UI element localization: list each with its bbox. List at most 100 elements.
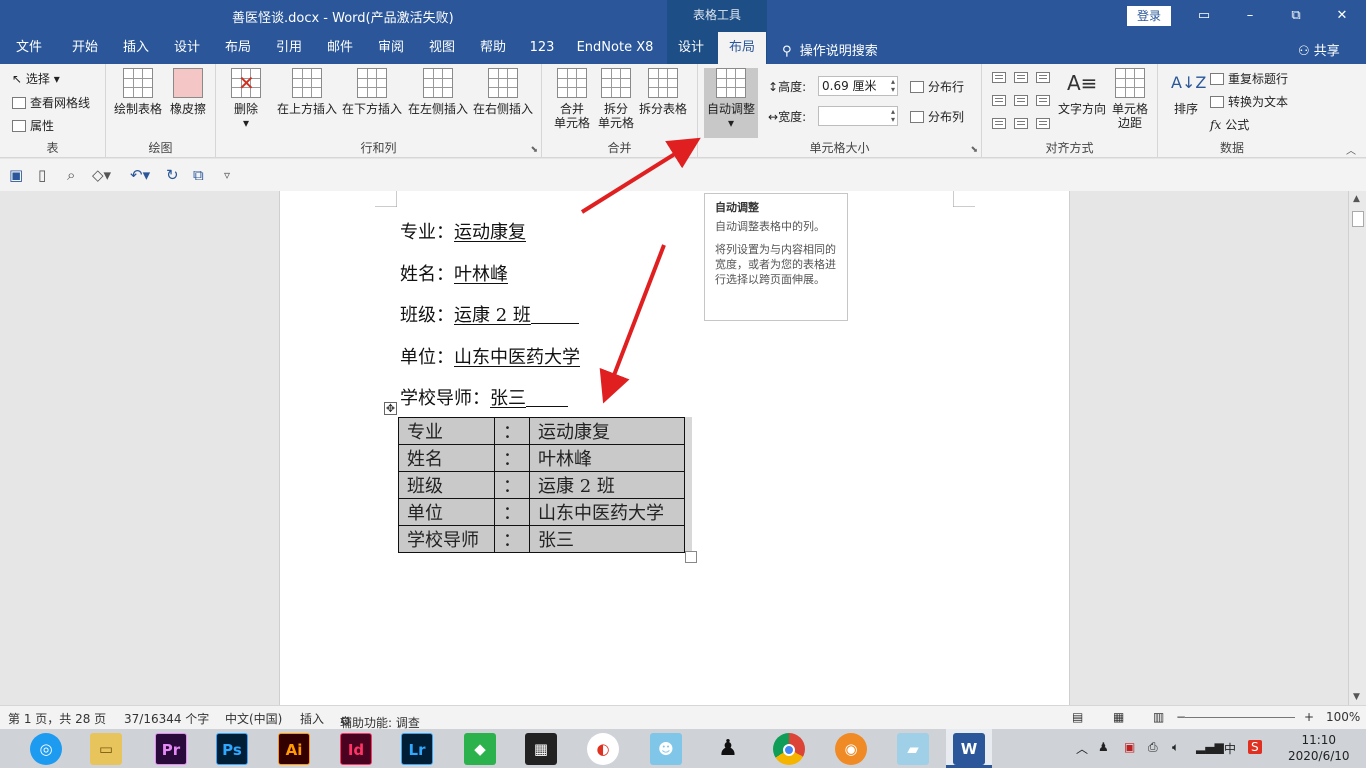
tab-help[interactable]: 帮助	[470, 32, 516, 64]
table-cell[interactable]: 叶林峰	[529, 444, 685, 472]
new-document-icon[interactable]: ▯	[38, 166, 46, 184]
word-icon[interactable]: W	[953, 733, 985, 765]
width-input[interactable]: ▴ ▾	[818, 106, 898, 126]
eraser-button[interactable]: 橡皮擦	[166, 68, 210, 116]
print-layout-icon[interactable]: ▦	[1113, 710, 1124, 724]
table-cell[interactable]: ：	[494, 444, 530, 472]
info-table[interactable]: 专业：运动康复 姓名：叶林峰 班级：运康 2 班 单位：山东中医药大学 学校导师…	[398, 417, 685, 553]
insert-above-button[interactable]: 在上方插入	[274, 68, 340, 116]
tray-network-icon[interactable]: ⎙	[1148, 740, 1158, 755]
save-icon[interactable]: ▣	[9, 166, 23, 184]
redo-icon[interactable]: ↻	[166, 166, 179, 184]
table-cell[interactable]: 姓名	[398, 444, 495, 472]
read-mode-icon[interactable]: ▤	[1072, 710, 1083, 724]
close-button[interactable]: ✕	[1332, 6, 1352, 26]
shapes-icon[interactable]: ◇▾	[92, 166, 111, 184]
notebook-app-icon[interactable]: ▰	[897, 733, 929, 765]
doc-line-class[interactable]: 班级：运康 2 班	[400, 301, 579, 327]
green-app-icon[interactable]: ◆	[464, 733, 496, 765]
tab-design[interactable]: 设计	[164, 32, 210, 64]
doc-line-major[interactable]: 专业：运动康复	[400, 218, 526, 244]
draw-table-button[interactable]: 绘制表格	[112, 68, 164, 116]
mascot-app-icon[interactable]: ☻	[650, 733, 682, 765]
save-copy-icon[interactable]: ⧉	[193, 166, 204, 184]
system-clock[interactable]: 11:10 2020/6/10	[1288, 732, 1350, 764]
wifi-icon[interactable]: ▂▄▆	[1196, 740, 1224, 754]
sort-button[interactable]: A↓Z 排序	[1168, 68, 1206, 116]
align-bottom-right-icon[interactable]	[1036, 118, 1050, 129]
view-gridlines-button[interactable]: 查看网格线	[12, 94, 90, 111]
video-editor-icon[interactable]: ▦	[525, 733, 557, 765]
autofit-button[interactable]: 自动调整 ▾	[704, 68, 758, 130]
width-spinner[interactable]: ▴ ▾	[891, 108, 895, 124]
delete-button[interactable]: ✕ 删除 ▾	[226, 68, 266, 130]
tab-file[interactable]: 文件	[6, 32, 52, 64]
customize-qat-icon[interactable]: ▿	[224, 168, 230, 182]
tell-me-search[interactable]: ⚲ 操作说明搜索	[782, 40, 878, 59]
align-top-center-icon[interactable]	[1014, 72, 1028, 83]
align-middle-center-icon[interactable]	[1014, 95, 1028, 106]
align-middle-right-icon[interactable]	[1036, 95, 1050, 106]
tab-references[interactable]: 引用	[266, 32, 312, 64]
dialog-launcher-icon[interactable]: ⬊	[530, 145, 538, 155]
zoom-level[interactable]: 100%	[1326, 710, 1360, 724]
table-cell[interactable]: 班级	[398, 471, 495, 499]
maximize-button[interactable]: ⧉	[1286, 6, 1306, 26]
doc-line-unit[interactable]: 单位：山东中医药大学	[400, 343, 580, 369]
split-cells-button[interactable]: 拆分 单元格	[594, 68, 638, 130]
tray-qq-icon[interactable]: ♟	[1098, 740, 1109, 754]
table-cell[interactable]: ：	[494, 471, 530, 499]
tab-mailings[interactable]: 邮件	[317, 32, 363, 64]
doc-line-name[interactable]: 姓名：叶林峰	[400, 260, 508, 286]
login-button[interactable]: 登录	[1127, 6, 1171, 26]
split-table-button[interactable]: 拆分表格	[636, 68, 690, 116]
align-bottom-left-icon[interactable]	[992, 118, 1006, 129]
ribbon-display-icon[interactable]: ▭	[1194, 6, 1214, 26]
distribute-cols-button[interactable]: 分布列	[910, 108, 964, 125]
insert-left-button[interactable]: 在左侧插入	[406, 68, 470, 116]
doc-line-advisor[interactable]: 学校导师：张三	[400, 384, 568, 410]
align-middle-left-icon[interactable]	[992, 95, 1006, 106]
table-move-handle[interactable]: ✥	[384, 402, 397, 415]
tab-home[interactable]: 开始	[62, 32, 108, 64]
tab-insert[interactable]: 插入	[113, 32, 159, 64]
scroll-up-icon[interactable]: ▲	[1353, 194, 1360, 204]
convert-to-text-button[interactable]: 转换为文本	[1210, 93, 1288, 110]
tray-security-icon[interactable]: ▣	[1124, 740, 1135, 754]
minimize-button[interactable]: –	[1240, 6, 1260, 26]
lightroom-icon[interactable]: Lr	[401, 733, 433, 765]
repeat-header-button[interactable]: 重复标题行	[1210, 70, 1288, 87]
zoom-in-icon[interactable]: +	[1304, 710, 1314, 724]
orange-app-icon[interactable]: ◉	[835, 733, 867, 765]
page-count[interactable]: 第 1 页，共 28 页	[8, 710, 106, 727]
table-cell[interactable]: 山东中医药大学	[529, 498, 685, 526]
scroll-thumb[interactable]	[1352, 211, 1364, 227]
chrome-icon[interactable]	[773, 733, 805, 765]
language-indicator[interactable]: 中文(中国)	[225, 710, 282, 727]
align-top-left-icon[interactable]	[992, 72, 1006, 83]
scroll-down-icon[interactable]: ▼	[1353, 692, 1360, 702]
height-input[interactable]: 0.69 厘米 ▴ ▾	[818, 76, 898, 96]
browser-icon[interactable]: ◎	[30, 733, 62, 765]
ime-indicator[interactable]: 中	[1224, 740, 1236, 757]
table-cell[interactable]: 张三	[529, 525, 685, 553]
indesign-icon[interactable]: Id	[340, 733, 372, 765]
tab-table-design[interactable]: 设计	[668, 32, 714, 64]
height-spinner[interactable]: ▴ ▾	[891, 78, 895, 94]
formula-button[interactable]: fx 公式	[1210, 116, 1249, 133]
table-cell[interactable]: 运康 2 班	[529, 471, 685, 499]
undo-icon[interactable]: ↶▾	[130, 166, 150, 184]
align-bottom-center-icon[interactable]	[1014, 118, 1028, 129]
select-button[interactable]: ↖ 选择 ▾	[12, 70, 60, 87]
red-app-icon[interactable]: ◐	[587, 733, 619, 765]
table-cell[interactable]: ：	[494, 417, 530, 445]
illustrator-icon[interactable]: Ai	[278, 733, 310, 765]
share-button[interactable]: ⚇ 共享	[1298, 40, 1340, 59]
collapse-ribbon-icon[interactable]: ︿	[1346, 142, 1356, 157]
qq-icon[interactable]: ♟	[712, 733, 744, 765]
insert-right-button[interactable]: 在右侧插入	[470, 68, 536, 116]
zoom-slider[interactable]	[1185, 717, 1295, 718]
tray-expand-icon[interactable]: ︿	[1076, 740, 1088, 757]
photoshop-icon[interactable]: Ps	[216, 733, 248, 765]
distribute-rows-button[interactable]: 分布行	[910, 78, 964, 95]
